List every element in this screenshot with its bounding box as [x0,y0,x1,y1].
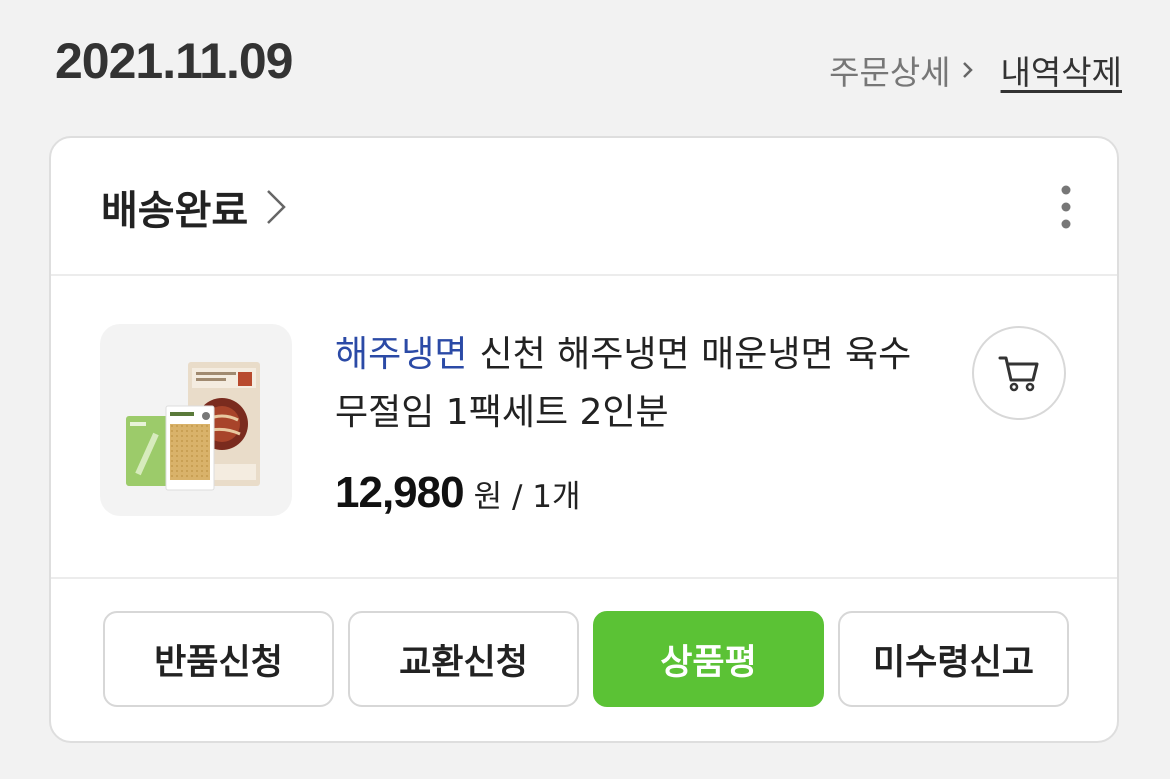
product-title[interactable]: 해주냉면 신천 해주냉면 매운냉면 육수 무절임 1팩세트 2인분 [335,326,955,442]
status-row: 배송완료 [51,138,1117,276]
delete-history-link[interactable]: 내역삭제 [1001,46,1122,94]
order-detail-link[interactable]: 주문상세 [829,46,974,94]
report-not-received-button[interactable]: 미수령신고 [838,611,1069,707]
action-buttons: 반품신청 교환신청 상품평 미수령신고 [103,611,1069,707]
product-row: 해주냉면 신천 해주냉면 매운냉면 육수 무절임 1팩세트 2인분 12,980 … [51,276,1117,579]
product-thumbnail[interactable] [100,324,292,516]
price-value: 12,980 [335,468,465,517]
product-brand[interactable]: 해주냉면 [335,334,467,375]
chevron-right-icon [962,62,973,78]
product-price: 12,980 원 / 1개 [335,468,581,518]
order-card: 배송완료 해주냉면 신천 해주냉면 매운냉면 육수 무절임 1팩세트 2인분 1… [49,136,1119,743]
more-options-icon[interactable] [1051,182,1081,232]
delivery-status-label: 배송완료 [101,188,249,234]
price-unit-quantity: 원 / 1개 [473,479,581,515]
exchange-request-button[interactable]: 교환신청 [348,611,579,707]
top-links: 주문상세 내역삭제 [829,46,1122,94]
return-request-button[interactable]: 반품신청 [103,611,334,707]
chevron-right-icon [267,190,286,224]
order-date: 2021.11.09 [55,33,293,89]
add-to-cart-button[interactable] [972,326,1066,420]
cart-icon [998,356,1039,392]
delivery-status-link[interactable]: 배송완료 [101,178,288,236]
product-package-image [126,362,260,491]
order-detail-label: 주문상세 [829,53,951,92]
write-review-button[interactable]: 상품평 [593,611,824,707]
